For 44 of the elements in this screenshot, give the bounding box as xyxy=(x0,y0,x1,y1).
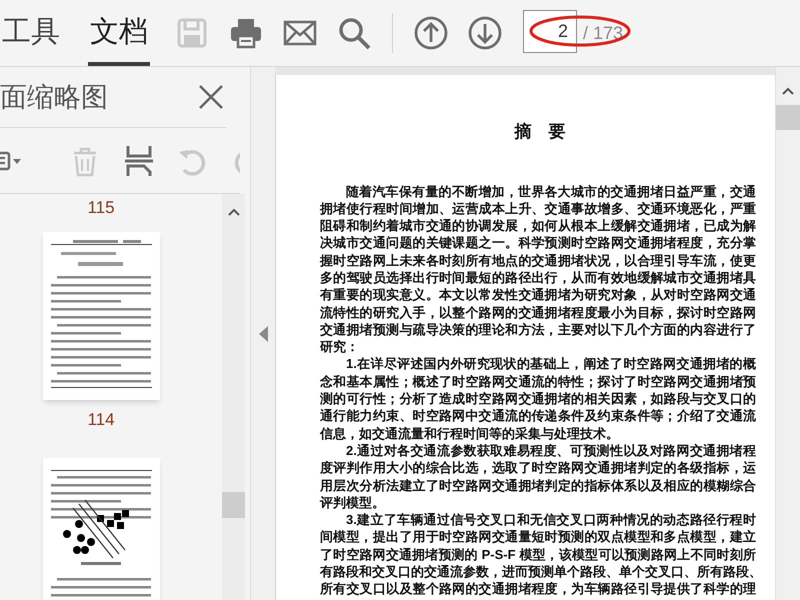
document-text-line: 3.建立了车辆通过信号交叉口和无信交叉口两种情况的动态路径行程时 xyxy=(345,511,756,528)
document-text-line: 阻碍和制约着城市交通的协调发展，如何从根本上缓解交通拥堵，已成为解 xyxy=(320,217,756,234)
arrow-up-circle-icon xyxy=(414,16,448,50)
arrow-down-circle-icon xyxy=(468,16,502,50)
page-number: 114 xyxy=(87,410,115,430)
scroll-up-icon[interactable] xyxy=(228,208,240,216)
document-text-line: 通行能力约束、时空路网中交通流的传递条件及约束条件等；介绍了交通流 xyxy=(320,407,756,425)
scrollbar-thumb[interactable] xyxy=(776,105,800,130)
page-thumbnail[interactable] xyxy=(42,458,160,600)
document-text-line: 握时空路网上未来各时刻所有地点的交通拥堵状况，以合理引导车流，使更 xyxy=(320,252,756,269)
document-text-line: 流特性的研究入手，以整个路网的交通拥堵程度最小为目标，探讨时空路网 xyxy=(320,304,756,321)
document-text-line: 评判模型。 xyxy=(320,494,386,512)
split-page-icon xyxy=(122,144,156,178)
scrollbar-thumb[interactable] xyxy=(222,492,245,518)
document-text-line: 念和基本属性；概述了时空路网交通流的特性；探讨了时空路网交通拥堵预 xyxy=(320,372,756,390)
document-text-line: 用层次分析法建立了时空路网交通拥堵判定的指标体系以及相应的模糊综合 xyxy=(320,476,756,494)
document-text-line: 拥堵使行程时间增加、运营成本上升、交通事故增多、交通环境恶化，严重 xyxy=(320,200,756,218)
scroll-up-icon[interactable] xyxy=(782,87,794,95)
document-text-line: 2.通过对各交通流参数获取难易程度、可预测性以及对路网交通拥堵程 xyxy=(345,442,756,460)
document-text-line: 测的可行性；分析了造成时空路网交通拥堵的相关因素，如路段与交叉口的 xyxy=(320,390,756,408)
page-number: 115 xyxy=(87,198,115,218)
document-text-line: 1.在详尽评述国内外研究现状的基础上，阐述了时空路网交通拥堵的概 xyxy=(345,355,756,373)
document-text-line: 间模型，提出了用于时空路网交通量短时预测的双点模型和多点模型，建立 xyxy=(320,528,756,546)
save-icon xyxy=(175,16,209,50)
document-title: 摘 要 xyxy=(514,122,566,141)
panel-title: 面缩略图 xyxy=(0,80,108,114)
document-text-line: 有重要的现实意义。本文以常发性交通拥堵为研究对象，从对时空路网交通 xyxy=(320,286,756,304)
page-thumbnail[interactable] xyxy=(42,232,160,400)
collapse-panel-icon[interactable] xyxy=(258,326,268,342)
document-text-line: 信息，如交通流量和行程时间等的采集与处理技术。 xyxy=(320,424,620,442)
document-text-line: 多的驾驶员选择出行时间最短的路径出行，从而有效地缓解城市交通拥堵具 xyxy=(320,268,756,286)
document-text-line: 决城市交通问题的关键课题之一。科学预测时空路网交通拥堵程度，充分掌 xyxy=(320,234,756,252)
tab[interactable]: 工具 xyxy=(0,0,62,66)
document-text-line: 研究： xyxy=(320,338,360,356)
document-text-line: 度评判作用大小的综合比选，选取了时空路网交通拥堵判定的各级指标，运 xyxy=(320,459,756,477)
document-text-line: 交通拥堵预测与疏导决策的理论和方法，主要对以下几个方面的内容进行了 xyxy=(320,320,756,338)
document-text-line: 有路段和交叉口的交通流参数，进而预测单个路段、单个交叉口、所有路段、 xyxy=(320,563,756,580)
search-icon xyxy=(337,16,371,50)
close-icon xyxy=(198,84,224,110)
document-text-line: 随着汽车保有量的不断增加，世界各大城市的交通拥堵日益严重，交通 xyxy=(345,182,756,200)
document-text-line: 了时空路网交通拥堵预测的 P-S-F 模型，该模型可以预测路网上不同时刻所 xyxy=(320,546,756,564)
print-icon xyxy=(229,16,263,50)
page-count: / 173 xyxy=(583,22,624,44)
document-text-line: 所有交叉口以及整个路网的交通拥堵程度，为车辆路径引导提供了科学的理 xyxy=(320,580,756,598)
